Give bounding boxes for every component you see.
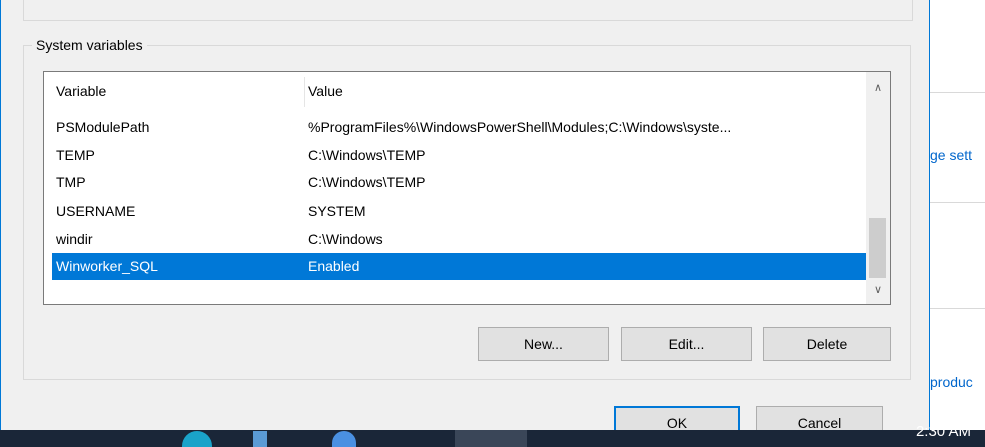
background-link-settings[interactable]: ge sett bbox=[930, 147, 972, 163]
active-app-icon[interactable] bbox=[455, 430, 527, 447]
variable-value: C:\Windows\TEMP bbox=[308, 174, 426, 190]
list-item[interactable]: windir C:\Windows bbox=[52, 226, 866, 253]
system-variables-title: System variables bbox=[32, 37, 147, 53]
list-item[interactable]: TMP C:\Windows\TEMP bbox=[52, 169, 866, 196]
system-variables-list[interactable]: Variable Value PSModulePath %ProgramFile… bbox=[43, 71, 891, 305]
new-button[interactable]: New... bbox=[478, 327, 609, 361]
environment-variables-dialog: System variables Variable Value PSModule… bbox=[0, 0, 930, 440]
variable-value: C:\Windows bbox=[308, 231, 383, 247]
variable-value: Enabled bbox=[308, 258, 360, 274]
user-variables-group-bottom bbox=[23, 0, 913, 21]
taskbar-clock[interactable]: 2:30 AM bbox=[916, 423, 971, 440]
browser-icon[interactable] bbox=[332, 431, 356, 447]
variable-name: USERNAME bbox=[56, 203, 136, 219]
file-explorer-icon[interactable] bbox=[253, 431, 267, 447]
app-icon[interactable] bbox=[182, 431, 212, 447]
background-window: ge sett produc bbox=[930, 0, 985, 430]
divider bbox=[930, 308, 985, 309]
column-separator[interactable] bbox=[304, 77, 305, 107]
variable-name: Winworker_SQL bbox=[56, 258, 158, 274]
variable-name: TEMP bbox=[56, 147, 95, 163]
divider bbox=[930, 92, 985, 93]
list-item[interactable]: PSModulePath %ProgramFiles%\WindowsPower… bbox=[52, 114, 866, 141]
list-item[interactable]: USERNAME SYSTEM bbox=[52, 198, 866, 225]
variable-value: SYSTEM bbox=[308, 203, 366, 219]
variable-value: C:\Windows\TEMP bbox=[308, 147, 426, 163]
column-header-value[interactable]: Value bbox=[308, 83, 343, 99]
column-header-variable[interactable]: Variable bbox=[56, 83, 106, 99]
variable-name: TMP bbox=[56, 174, 86, 190]
list-header: Variable Value bbox=[52, 77, 866, 107]
list-item[interactable]: TEMP C:\Windows\TEMP bbox=[52, 142, 866, 169]
scrollbar-thumb[interactable] bbox=[869, 218, 886, 278]
chevron-up-icon[interactable]: ∧ bbox=[866, 76, 890, 100]
background-link-product[interactable]: produc bbox=[930, 374, 973, 390]
variable-name: PSModulePath bbox=[56, 119, 150, 135]
edit-button[interactable]: Edit... bbox=[621, 327, 752, 361]
variable-name: windir bbox=[56, 231, 93, 247]
vertical-scrollbar[interactable]: ∧ ∨ bbox=[866, 72, 890, 304]
delete-button[interactable]: Delete bbox=[763, 327, 891, 361]
chevron-down-icon[interactable]: ∨ bbox=[866, 278, 890, 302]
divider bbox=[930, 202, 985, 203]
taskbar: 2:30 AM bbox=[0, 423, 985, 447]
variable-value: %ProgramFiles%\WindowsPowerShell\Modules… bbox=[308, 119, 732, 135]
list-item-selected[interactable]: Winworker_SQL Enabled bbox=[52, 253, 866, 280]
